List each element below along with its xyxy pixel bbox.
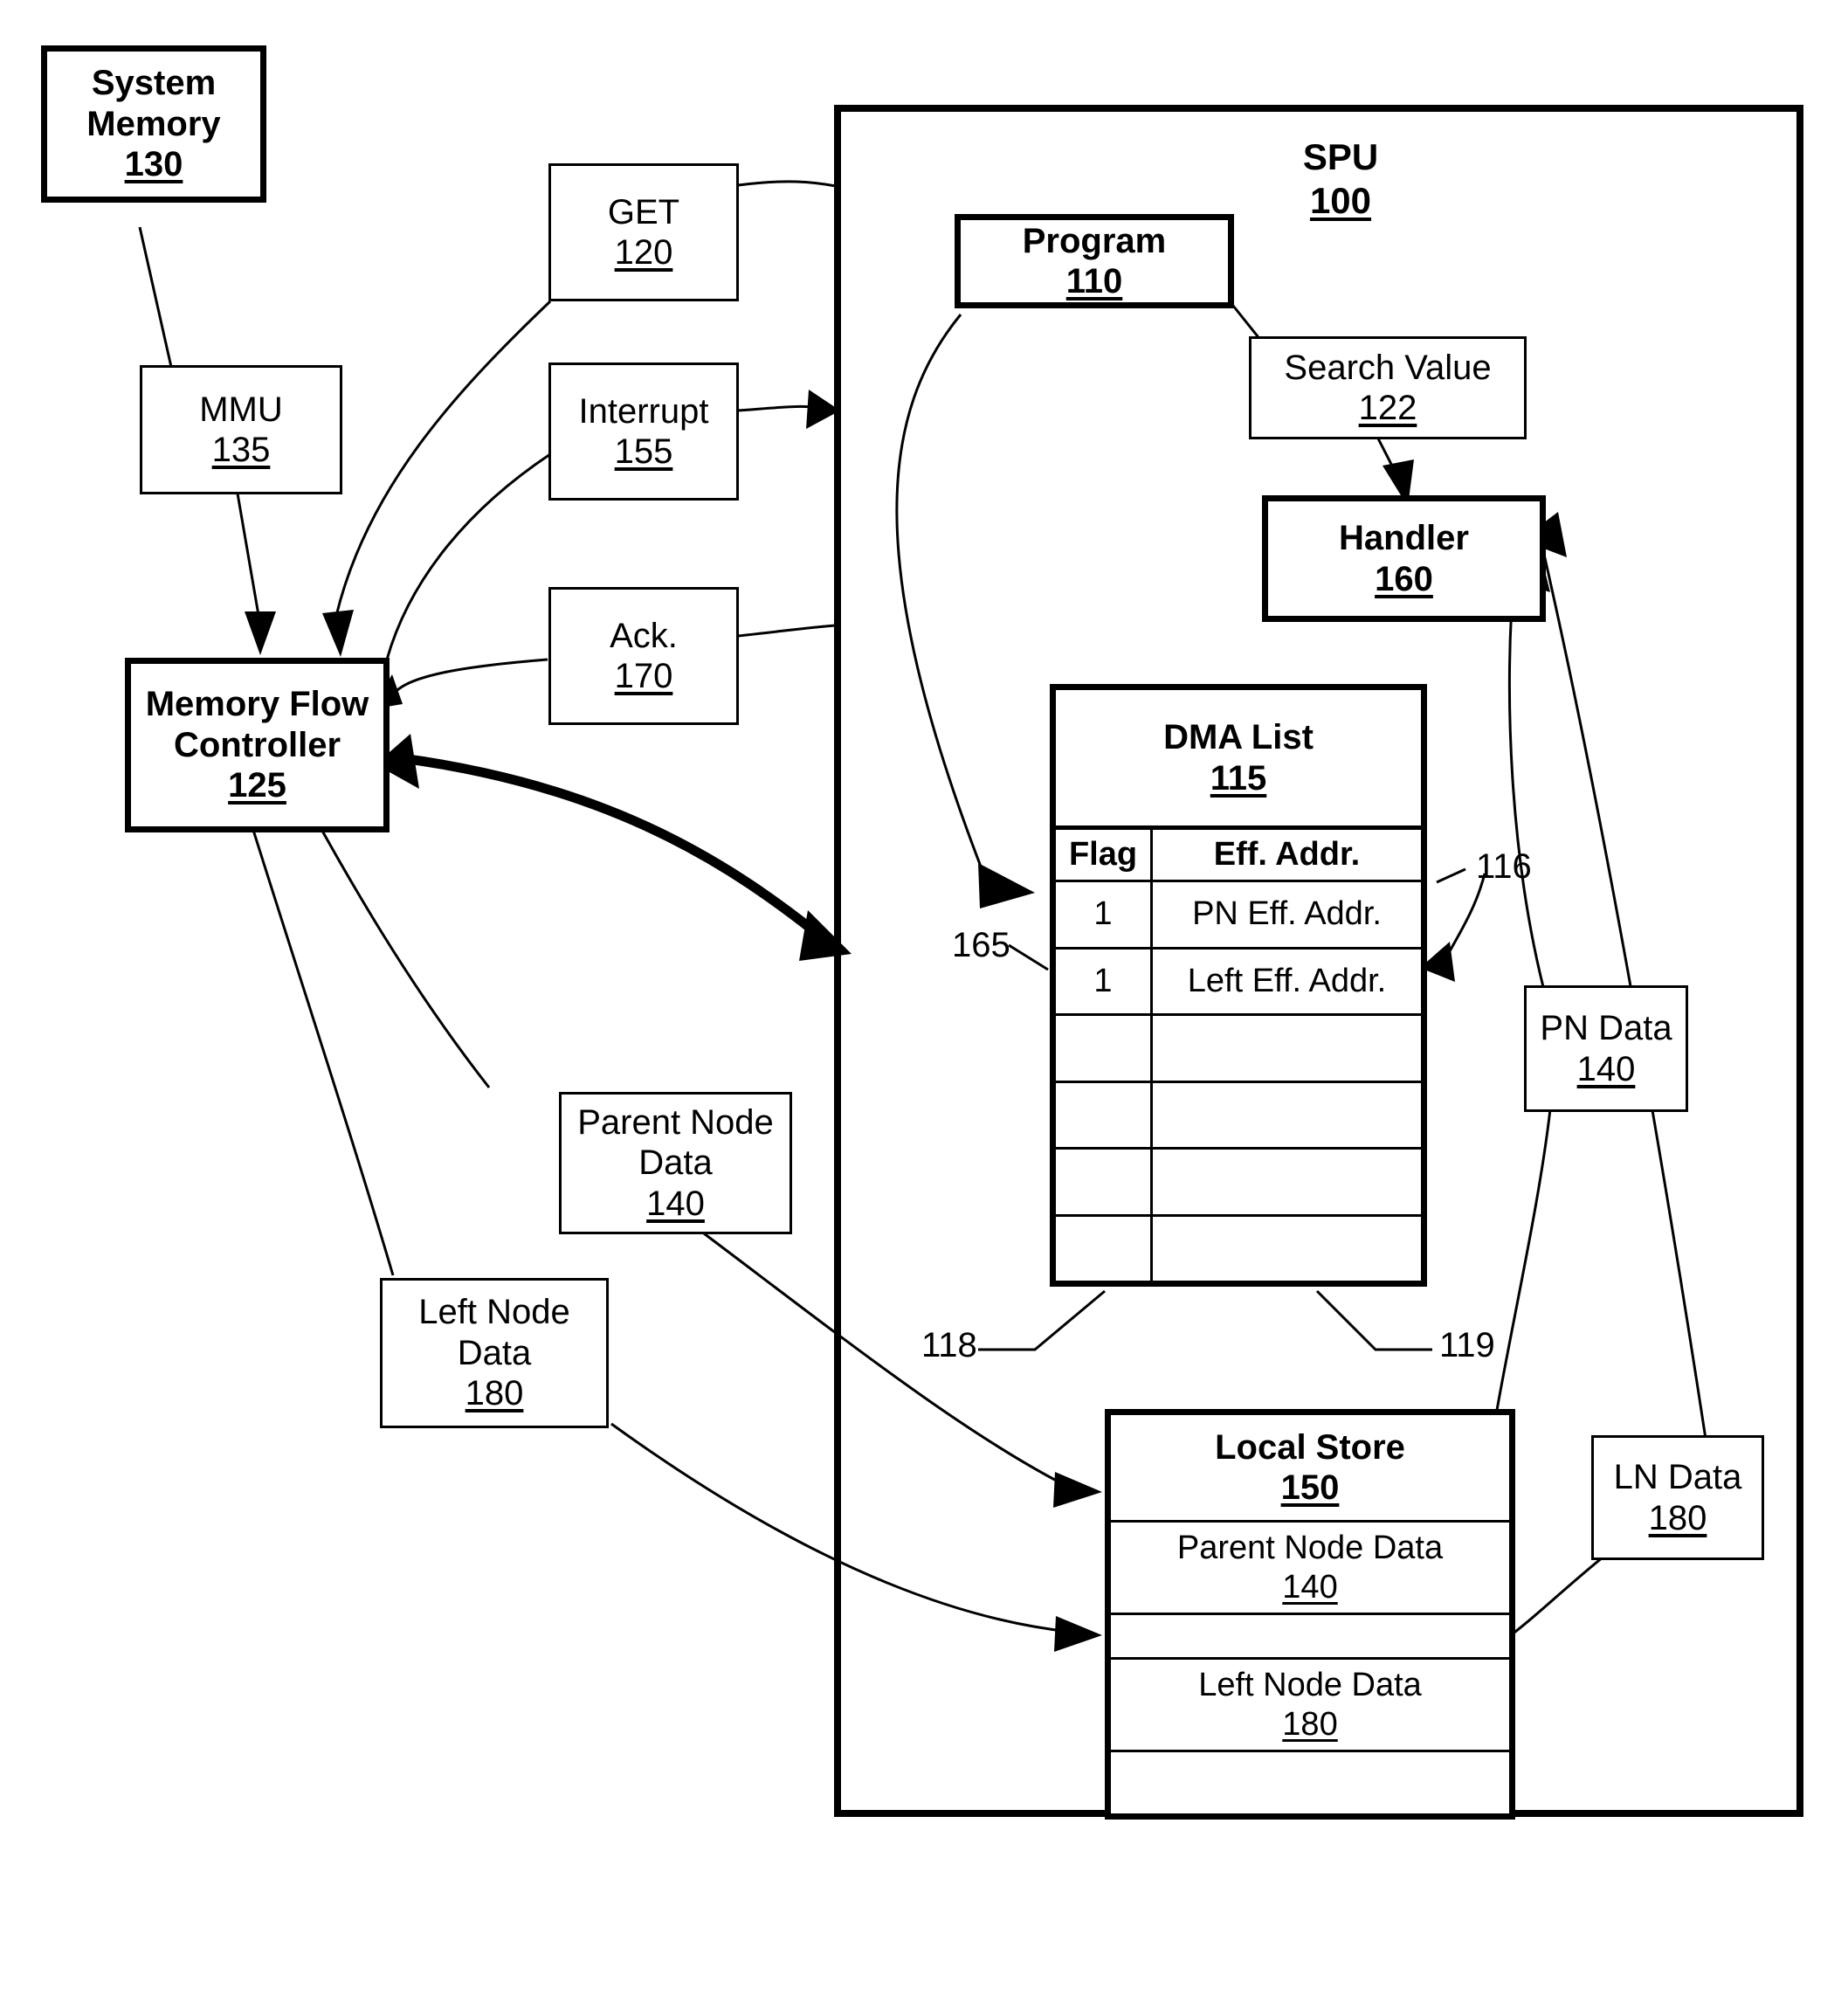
- local-store-header: Local Store 150: [1111, 1415, 1509, 1523]
- ack-label: Ack.: [610, 616, 678, 655]
- parent-node-data-ref: 140: [646, 1184, 705, 1223]
- spu-label: SPU 100: [1245, 135, 1437, 222]
- dma-cell-addr: [1153, 1150, 1421, 1214]
- dma-col-addr-header: Eff. Addr.: [1213, 836, 1361, 873]
- mfc-label-line1: Memory Flow: [145, 685, 369, 724]
- pn-data-label: PN Data: [1540, 1009, 1672, 1048]
- parent-node-data-block[interactable]: Parent Node Data 140: [559, 1092, 792, 1234]
- reference-label-119: 119: [1439, 1326, 1495, 1364]
- parent-node-data-label-line1: Parent Node: [577, 1102, 774, 1142]
- interrupt-block[interactable]: Interrupt 155: [548, 363, 739, 501]
- mmu-label: MMU: [199, 390, 283, 429]
- dma-cell-flag: [1056, 1082, 1153, 1147]
- dma-cell-flag: 1: [1056, 882, 1153, 947]
- handler-block[interactable]: Handler 160: [1262, 495, 1546, 622]
- local-store-segment-empty-2[interactable]: [1111, 1752, 1509, 1813]
- local-store-ref: 150: [1280, 1468, 1340, 1507]
- local-store-segment-parent-node[interactable]: Parent Node Data 140: [1111, 1523, 1509, 1615]
- dma-col-flag-header: Flag: [1056, 830, 1153, 880]
- dma-column-header-row: Flag Eff. Addr.: [1056, 830, 1421, 882]
- left-node-data-ref: 180: [465, 1374, 524, 1413]
- local-store-pn-ref: 140: [1282, 1568, 1338, 1606]
- program-ref: 110: [1065, 262, 1123, 300]
- interrupt-label: Interrupt: [578, 391, 709, 431]
- search-value-block[interactable]: Search Value 122: [1249, 336, 1527, 439]
- patent-diagram-canvas: SPU 100 System Memory 130 MMU 135 GET 12…: [0, 0, 1848, 1996]
- ln-data-block[interactable]: LN Data 180: [1591, 1435, 1764, 1560]
- local-store-ln-ref: 180: [1282, 1705, 1338, 1743]
- pn-data-ref: 140: [1576, 1049, 1636, 1088]
- ln-data-label: LN Data: [1613, 1458, 1742, 1497]
- system-memory-ref: 130: [124, 145, 183, 184]
- dma-cell-addr: PN Eff. Addr.: [1192, 895, 1382, 933]
- local-store-segment-empty-1[interactable]: [1111, 1615, 1509, 1660]
- table-row[interactable]: 1 Left Eff. Addr.: [1056, 949, 1421, 1016]
- local-store-pn-label: Parent Node Data: [1176, 1530, 1444, 1567]
- local-store-title: Local Store: [1215, 1427, 1405, 1467]
- ln-data-ref: 180: [1648, 1498, 1707, 1537]
- table-row[interactable]: [1056, 1082, 1421, 1150]
- mmu-ref: 135: [211, 431, 271, 469]
- spu-ref: 100: [1309, 179, 1372, 221]
- get-block[interactable]: GET 120: [548, 163, 739, 301]
- local-store-segment-left-node[interactable]: Left Node Data 180: [1111, 1660, 1509, 1752]
- dma-list-header: DMA List 115: [1056, 690, 1421, 830]
- parent-node-data-label-line2: Data: [638, 1143, 713, 1183]
- system-memory-block[interactable]: System Memory 130: [41, 45, 266, 203]
- ack-block[interactable]: Ack. 170: [548, 587, 739, 725]
- dma-list-table[interactable]: DMA List 115 Flag Eff. Addr. 1 PN Eff. A…: [1050, 684, 1427, 1287]
- dma-cell-addr: Left Eff. Addr.: [1187, 962, 1387, 999]
- interrupt-ref: 155: [614, 432, 673, 471]
- left-node-data-block[interactable]: Left Node Data 180: [380, 1278, 609, 1428]
- local-store-block[interactable]: Local Store 150 Parent Node Data 140 Lef…: [1105, 1409, 1515, 1820]
- mfc-ref: 125: [228, 766, 286, 805]
- left-node-data-label-line2: Data: [457, 1333, 532, 1372]
- dma-list-ref: 115: [1210, 758, 1267, 798]
- dma-cell-flag: [1056, 1150, 1153, 1214]
- ack-ref: 170: [614, 657, 673, 695]
- get-ref: 120: [614, 233, 673, 272]
- memory-flow-controller-block[interactable]: Memory Flow Controller 125: [125, 658, 390, 832]
- dma-cell-flag: [1056, 1216, 1153, 1281]
- dma-cell-addr: [1153, 1083, 1421, 1148]
- get-label: GET: [607, 192, 680, 231]
- left-node-data-label-line1: Left Node: [418, 1293, 570, 1332]
- mmu-block[interactable]: MMU 135: [140, 365, 342, 494]
- dma-cell-addr: [1153, 1217, 1421, 1281]
- mfc-label-line2: Controller: [173, 725, 341, 764]
- reference-label-118: 118: [921, 1326, 977, 1364]
- system-memory-label: System Memory: [86, 64, 221, 143]
- dma-cell-addr: [1153, 1016, 1421, 1081]
- dma-cell-flag: 1: [1056, 949, 1153, 1013]
- reference-label-165: 165: [952, 926, 1010, 964]
- local-store-ln-label: Left Node Data: [1198, 1667, 1422, 1704]
- table-row[interactable]: [1056, 1150, 1421, 1217]
- pn-data-block[interactable]: PN Data 140: [1524, 985, 1688, 1112]
- search-value-ref: 122: [1358, 389, 1417, 427]
- handler-ref: 160: [1375, 559, 1433, 598]
- program-label: Program: [1022, 221, 1167, 260]
- dma-list-title: DMA List: [1163, 718, 1314, 757]
- table-row[interactable]: 1 PN Eff. Addr.: [1056, 882, 1421, 950]
- handler-label: Handler: [1339, 519, 1469, 558]
- table-row[interactable]: [1056, 1016, 1421, 1083]
- program-block[interactable]: Program 110: [955, 214, 1234, 308]
- spu-label-text: SPU: [1302, 136, 1379, 177]
- reference-label-116: 116: [1476, 847, 1532, 886]
- search-value-label: Search Value: [1284, 348, 1492, 387]
- dma-cell-flag: [1056, 1016, 1153, 1081]
- table-row[interactable]: [1056, 1216, 1421, 1281]
